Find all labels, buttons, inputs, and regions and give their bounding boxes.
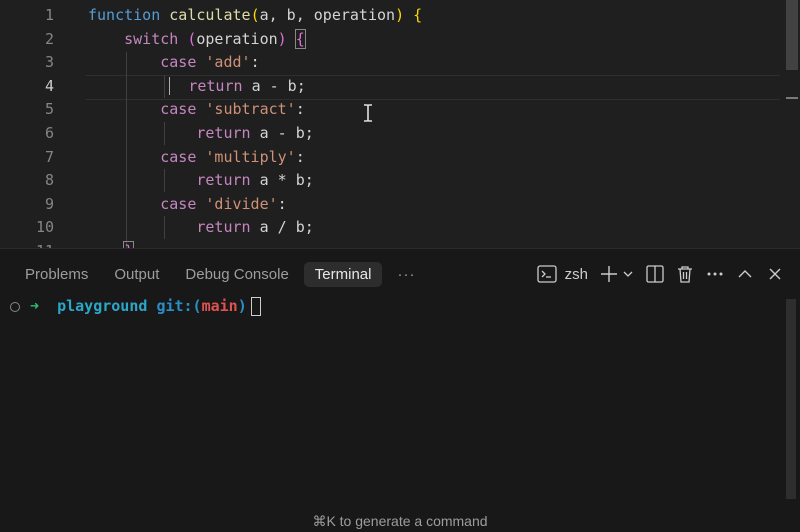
function-name-token: calculate (169, 6, 251, 24)
string-token: 'add' (205, 53, 251, 72)
code-line[interactable]: switch (operation) { (88, 28, 780, 52)
panel-actions: zsh (525, 259, 784, 289)
line-number: 3 (44, 53, 54, 72)
bracket-token: ) (277, 29, 287, 48)
colon-token: : (250, 53, 260, 72)
code-line-active[interactable]: return a - b; (88, 75, 780, 99)
code-line[interactable]: function calculate(a, b, operation) { (88, 4, 780, 28)
brace-token: { (413, 6, 423, 24)
ibeam-cursor-icon (364, 104, 372, 122)
colon-token: : (295, 147, 305, 166)
new-terminal-button[interactable] (600, 260, 634, 288)
panel-tabs: Problems Output Debug Console Terminal ·… (14, 259, 430, 289)
split-terminal-button[interactable] (646, 260, 664, 288)
line-number: 6 (44, 123, 54, 142)
bottom-panel: Problems Output Debug Console Terminal ·… (0, 248, 800, 532)
line-number: 11 (0, 240, 60, 248)
line-number-gutter: 1 2 3 4 5 6 7 8 9 10 11 (0, 4, 60, 248)
cursor-position-marker (786, 97, 798, 99)
terminal-cursor (250, 297, 261, 316)
expression-token: a - b; (259, 123, 314, 142)
more-actions-button[interactable] (706, 260, 724, 288)
expression-token: a - b; (251, 76, 306, 95)
string-token: 'multiply' (205, 147, 296, 166)
code-line[interactable]: case 'add': (88, 51, 780, 75)
split-icon (646, 265, 664, 283)
line-number: 1 (44, 6, 54, 24)
chevron-up-icon (738, 270, 752, 278)
string-token: 'subtract' (205, 100, 296, 119)
code-line[interactable]: case 'multiply': (88, 146, 780, 170)
plus-icon (601, 266, 617, 282)
keyword-token: case (160, 100, 197, 119)
string-token: 'divide' (205, 194, 278, 213)
scrollbar-thumb[interactable] (786, 0, 798, 70)
line-number-active: 4 (44, 76, 54, 95)
line-number: 2 (44, 29, 54, 48)
more-tabs-button[interactable]: ··· (386, 262, 426, 287)
bracket-token: ) (395, 6, 405, 24)
line-number: 7 (44, 147, 54, 166)
keyword-token: function (88, 6, 161, 24)
command-status-dot-icon (10, 301, 20, 312)
terminal-profile-label: zsh (564, 265, 588, 283)
trash-icon (678, 266, 692, 283)
identifier-token: operation (196, 29, 278, 48)
tab-problems[interactable]: Problems (14, 262, 99, 287)
code-line[interactable]: return a * b; (88, 169, 780, 193)
terminal-profile-button[interactable]: zsh (537, 260, 588, 288)
colon-token: : (295, 100, 305, 119)
scrollbar-thumb[interactable] (786, 299, 796, 499)
keyword-token: case (160, 194, 197, 213)
keyword-token: return (196, 171, 251, 190)
editor-scrollbar[interactable] (786, 0, 800, 248)
colon-token: : (277, 194, 287, 213)
bracket-token: ( (250, 6, 260, 24)
generate-command-hint: ⌘K to generate a command (312, 513, 488, 529)
keyword-token: case (160, 147, 197, 166)
maximize-panel-button[interactable] (736, 260, 754, 288)
ellipsis-icon (707, 272, 723, 276)
keyword-token: switch (124, 29, 179, 48)
terminal-icon (537, 265, 557, 283)
prompt-git-branch: main (201, 297, 238, 315)
prompt-git-suffix: ) (237, 297, 247, 315)
close-panel-button[interactable] (766, 260, 784, 288)
chevron-down-icon (623, 271, 633, 277)
expression-token: a * b; (259, 171, 314, 190)
code-line[interactable]: return a / b; (88, 216, 780, 240)
keyword-token: case (160, 53, 197, 72)
prompt-arrow: ➜ (30, 297, 40, 315)
code-lines[interactable]: function calculate(a, b, operation) { sw… (88, 4, 780, 248)
code-line[interactable]: case 'subtract': (88, 98, 780, 122)
line-number: 5 (44, 100, 54, 119)
expression-token: a / b; (259, 218, 314, 237)
keyword-token: return (188, 76, 243, 95)
prompt-directory: playground (57, 297, 148, 315)
kill-terminal-button[interactable] (676, 260, 694, 288)
code-editor[interactable]: 1 2 3 4 5 6 7 8 9 10 11 function calcula… (0, 0, 800, 248)
code-line[interactable]: case 'divide': (88, 193, 780, 217)
tab-debug-console[interactable]: Debug Console (174, 262, 299, 287)
keyword-token: return (196, 123, 251, 142)
matched-brace-token: { (294, 28, 306, 49)
tab-terminal[interactable]: Terminal (303, 261, 383, 287)
terminal-scrollbar[interactable] (786, 299, 800, 499)
params-token: a, b, operation (259, 6, 396, 24)
code-line[interactable]: return a - b; (88, 122, 780, 146)
keyword-token: return (196, 218, 251, 237)
prompt-git-prefix: git:( (156, 297, 202, 315)
line-number: 10 (35, 218, 54, 237)
line-number: 8 (44, 171, 54, 190)
code-line[interactable]: } (88, 240, 780, 248)
text-cursor (169, 77, 171, 96)
terminal-output[interactable]: ➜ playground git:(main) (10, 295, 780, 317)
tab-output[interactable]: Output (103, 262, 170, 287)
line-number: 9 (44, 194, 54, 213)
close-icon (769, 268, 781, 280)
